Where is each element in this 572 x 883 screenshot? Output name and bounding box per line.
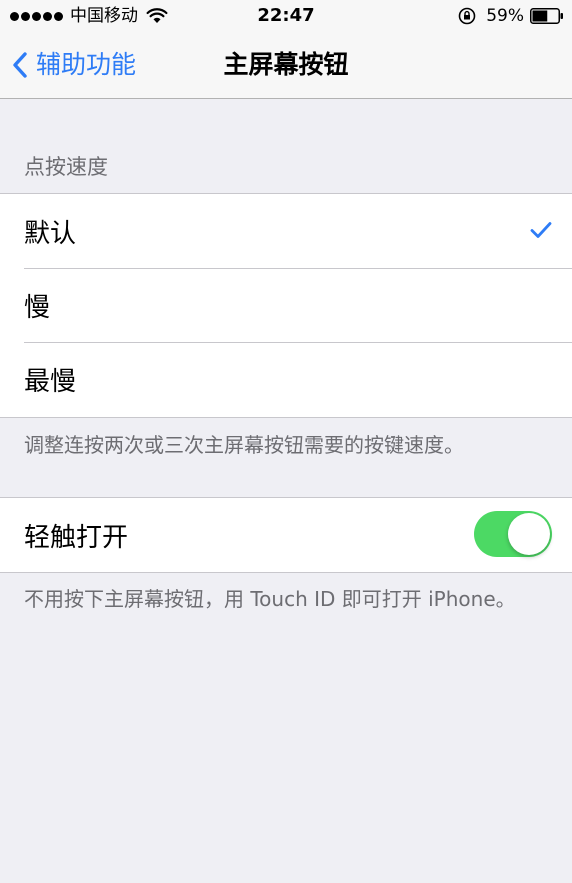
toggle-knob (508, 513, 550, 555)
checkmark-icon (530, 221, 552, 239)
speed-section-footer: 调整连按两次或三次主屏幕按钮需要的按键速度。 (24, 433, 464, 457)
rest-finger-footer: 不用按下主屏幕按钮，用 Touch ID 即可打开 iPhone。 (24, 587, 516, 611)
speed-option-label: 慢 (24, 292, 51, 323)
speed-option-default[interactable]: 默认 (0, 194, 572, 268)
status-bar: 中国移动 22:47 59% (0, 0, 572, 32)
rest-finger-group: 轻触打开 (0, 497, 572, 573)
speed-option-label: 默认 (24, 218, 77, 249)
speed-option-label: 最慢 (24, 366, 77, 397)
status-right: 59% (458, 5, 564, 27)
speed-options-group: 默认 慢 最慢 (0, 193, 572, 418)
rest-finger-label: 轻触打开 (24, 522, 129, 553)
navigation-bar: 辅助功能 主屏幕按钮 (0, 32, 572, 99)
section-header-speed: 点按速度 (24, 155, 108, 179)
speed-option-slow[interactable]: 慢 (0, 268, 572, 342)
battery-percent: 59% (486, 6, 524, 26)
battery-icon (530, 8, 564, 24)
rotation-lock-icon (458, 7, 476, 25)
rest-finger-toggle[interactable] (474, 511, 552, 557)
speed-option-slowest[interactable]: 最慢 (0, 342, 572, 416)
page-title: 主屏幕按钮 (223, 50, 349, 79)
rest-finger-cell: 轻触打开 (0, 498, 572, 572)
